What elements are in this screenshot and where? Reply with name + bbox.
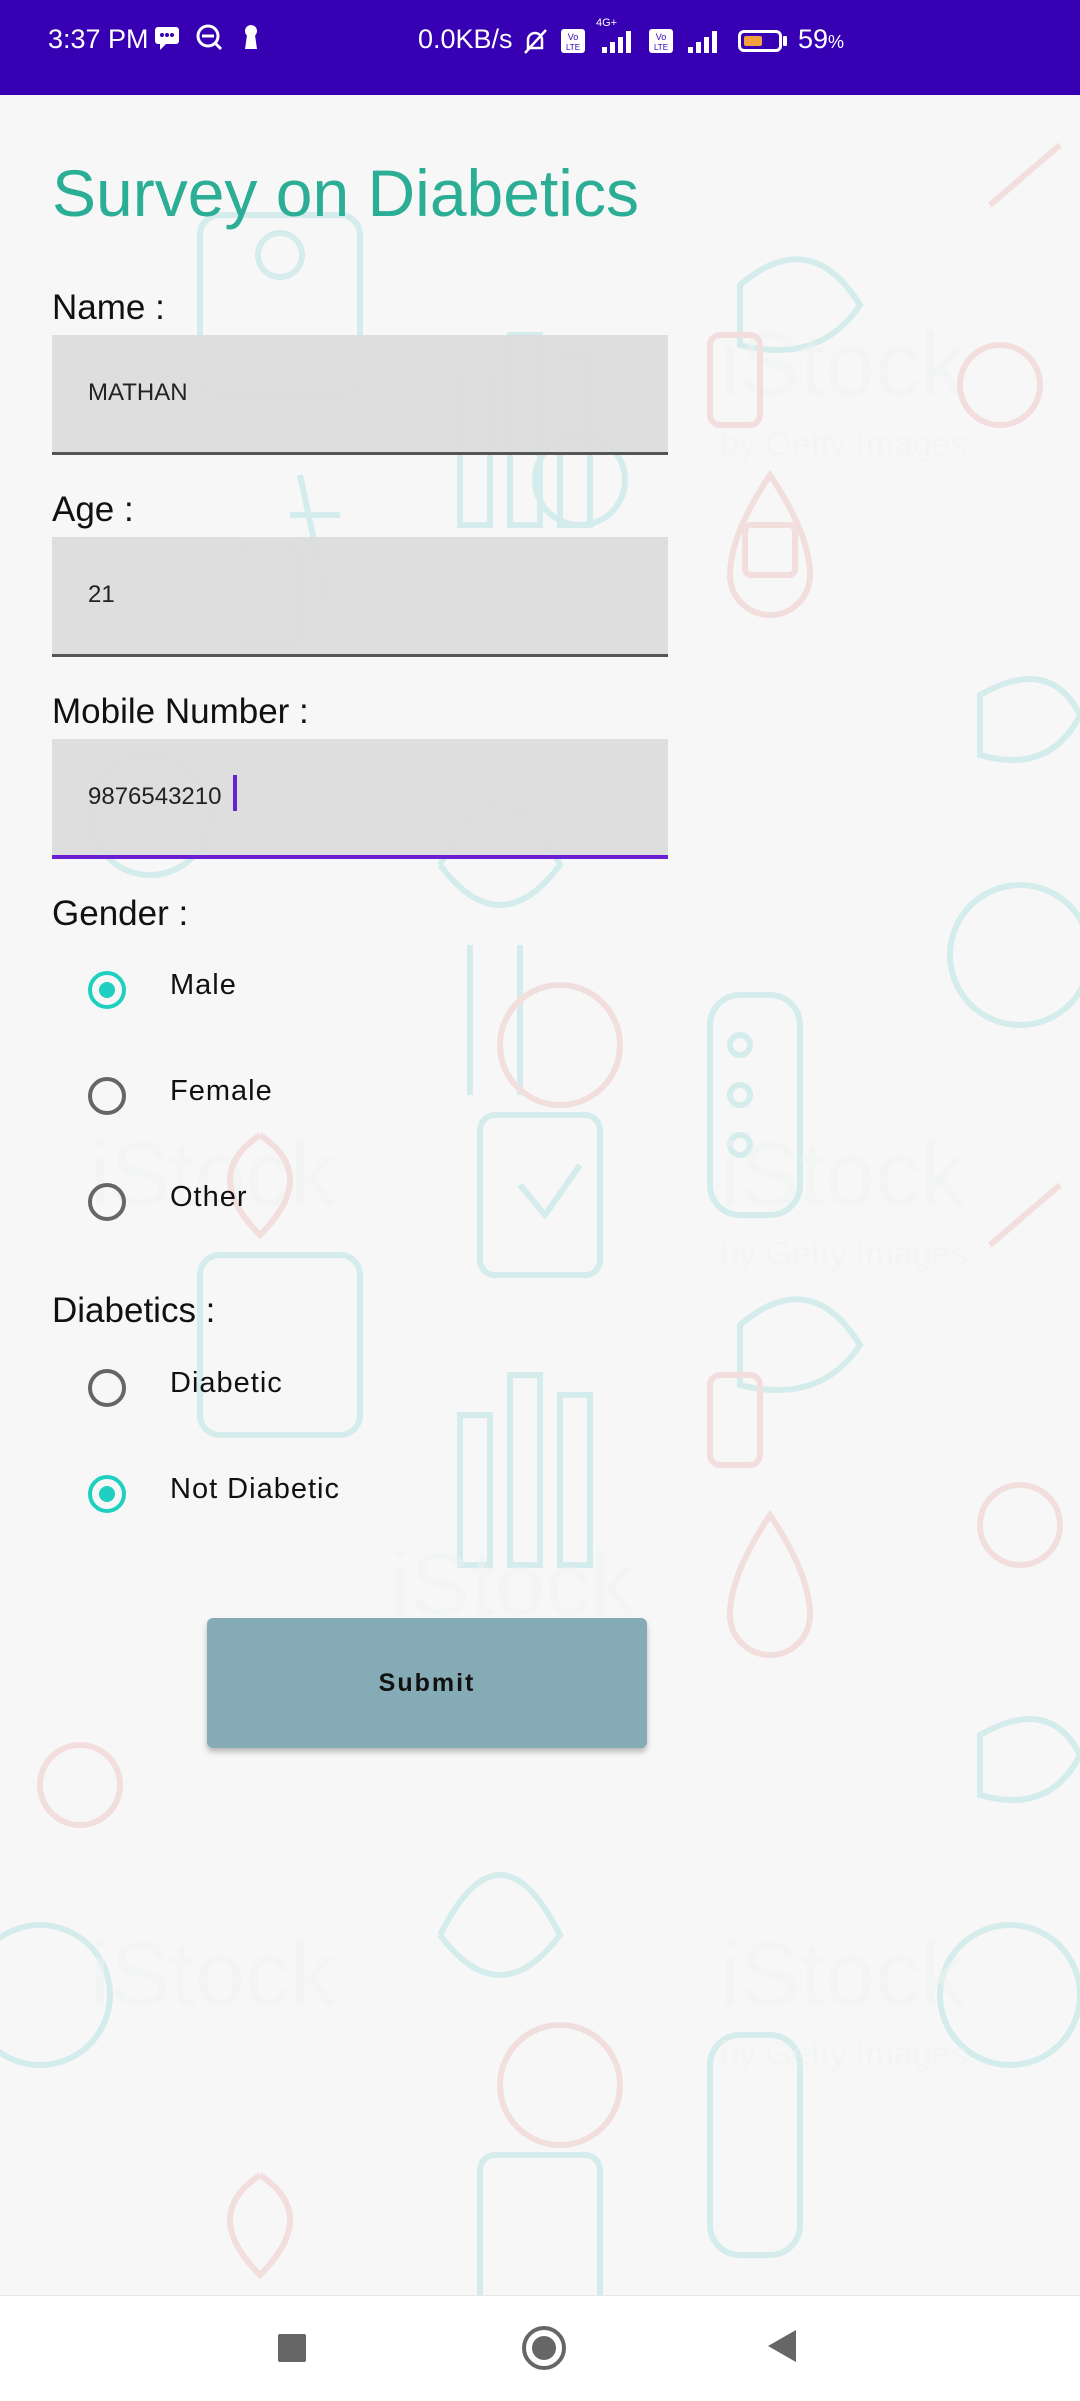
volte-icon-2: Vo LTE	[648, 27, 674, 60]
svg-text:LTE: LTE	[654, 43, 668, 52]
svg-text:Vo: Vo	[656, 32, 667, 42]
svg-text:by Getty Images: by Getty Images	[720, 425, 968, 463]
battery-percent: 59%	[798, 24, 845, 54]
mobile-label: Mobile Number :	[52, 692, 309, 731]
system-nav-bar	[0, 2295, 1080, 2401]
diabetics-option-not-diabetic[interactable]: Not Diabetic	[88, 1473, 339, 1513]
recents-button[interactable]	[278, 2334, 306, 2362]
submit-button[interactable]: Submit	[207, 1618, 647, 1748]
page-title: Survey on Diabetics	[52, 156, 639, 230]
radio-label: Not Diabetic	[170, 1473, 340, 1505]
status-indicators: Vo LTE 4G+ Vo LTE	[520, 17, 724, 61]
notification-icons	[152, 22, 266, 52]
svg-text:iStock: iStock	[90, 1925, 336, 2025]
back-button[interactable]	[768, 2330, 796, 2362]
radio-label: Male	[170, 969, 237, 1001]
gender-option-female[interactable]: Female	[88, 1075, 272, 1115]
mobile-input[interactable]	[88, 777, 628, 817]
name-field[interactable]	[52, 335, 668, 455]
network-speed: 0.0KB/s	[418, 24, 513, 54]
mute-bell-icon	[520, 26, 550, 61]
gender-option-male[interactable]: Male	[88, 969, 236, 1009]
radio-button[interactable]	[88, 1183, 126, 1221]
svg-text:LTE: LTE	[566, 43, 580, 52]
svg-text:iStock: iStock	[720, 315, 966, 415]
gender-option-other[interactable]: Other	[88, 1181, 247, 1221]
status-time: 3:37 PM	[48, 24, 149, 54]
radio-label: Diabetic	[170, 1367, 283, 1399]
svg-text:iStock: iStock	[720, 1125, 966, 1225]
mobile-field[interactable]	[52, 739, 668, 859]
radio-button[interactable]	[88, 971, 126, 1009]
svg-text:Vo: Vo	[568, 32, 579, 42]
message-icon	[152, 22, 182, 52]
radio-label: Female	[170, 1075, 273, 1107]
radio-label: Other	[170, 1181, 248, 1213]
battery-icon	[738, 30, 782, 52]
svg-text:by Getty Images: by Getty Images	[720, 1235, 968, 1273]
text-cursor	[233, 775, 237, 811]
battery-tip	[783, 36, 787, 46]
gender-label: Gender :	[52, 894, 189, 933]
status-bar: 3:37 PM 0.0KB/s Vo LTE 4G+ Vo LTE 59%	[0, 0, 1080, 95]
signal-icon: 4G+	[596, 17, 638, 60]
diabetics-option-diabetic[interactable]: Diabetic	[88, 1367, 282, 1407]
svg-text:iStock: iStock	[720, 1925, 966, 2025]
name-label: Name :	[52, 288, 165, 327]
radio-button[interactable]	[88, 1369, 126, 1407]
home-button[interactable]	[522, 2326, 566, 2370]
keyhole-icon	[236, 22, 266, 52]
chat-search-icon	[194, 22, 224, 52]
radio-button[interactable]	[88, 1475, 126, 1513]
age-field[interactable]	[52, 537, 668, 657]
svg-text:by Getty Images: by Getty Images	[720, 2035, 968, 2073]
age-label: Age :	[52, 490, 134, 529]
name-input[interactable]	[88, 373, 628, 413]
age-input[interactable]	[88, 575, 628, 615]
diabetics-label: Diabetics :	[52, 1291, 216, 1330]
volte-icon: Vo LTE	[560, 27, 586, 60]
radio-button[interactable]	[88, 1077, 126, 1115]
signal-icon-2	[684, 27, 724, 60]
survey-screen: iStock iStock iStock iStock iStock iStoc…	[0, 95, 1080, 2295]
